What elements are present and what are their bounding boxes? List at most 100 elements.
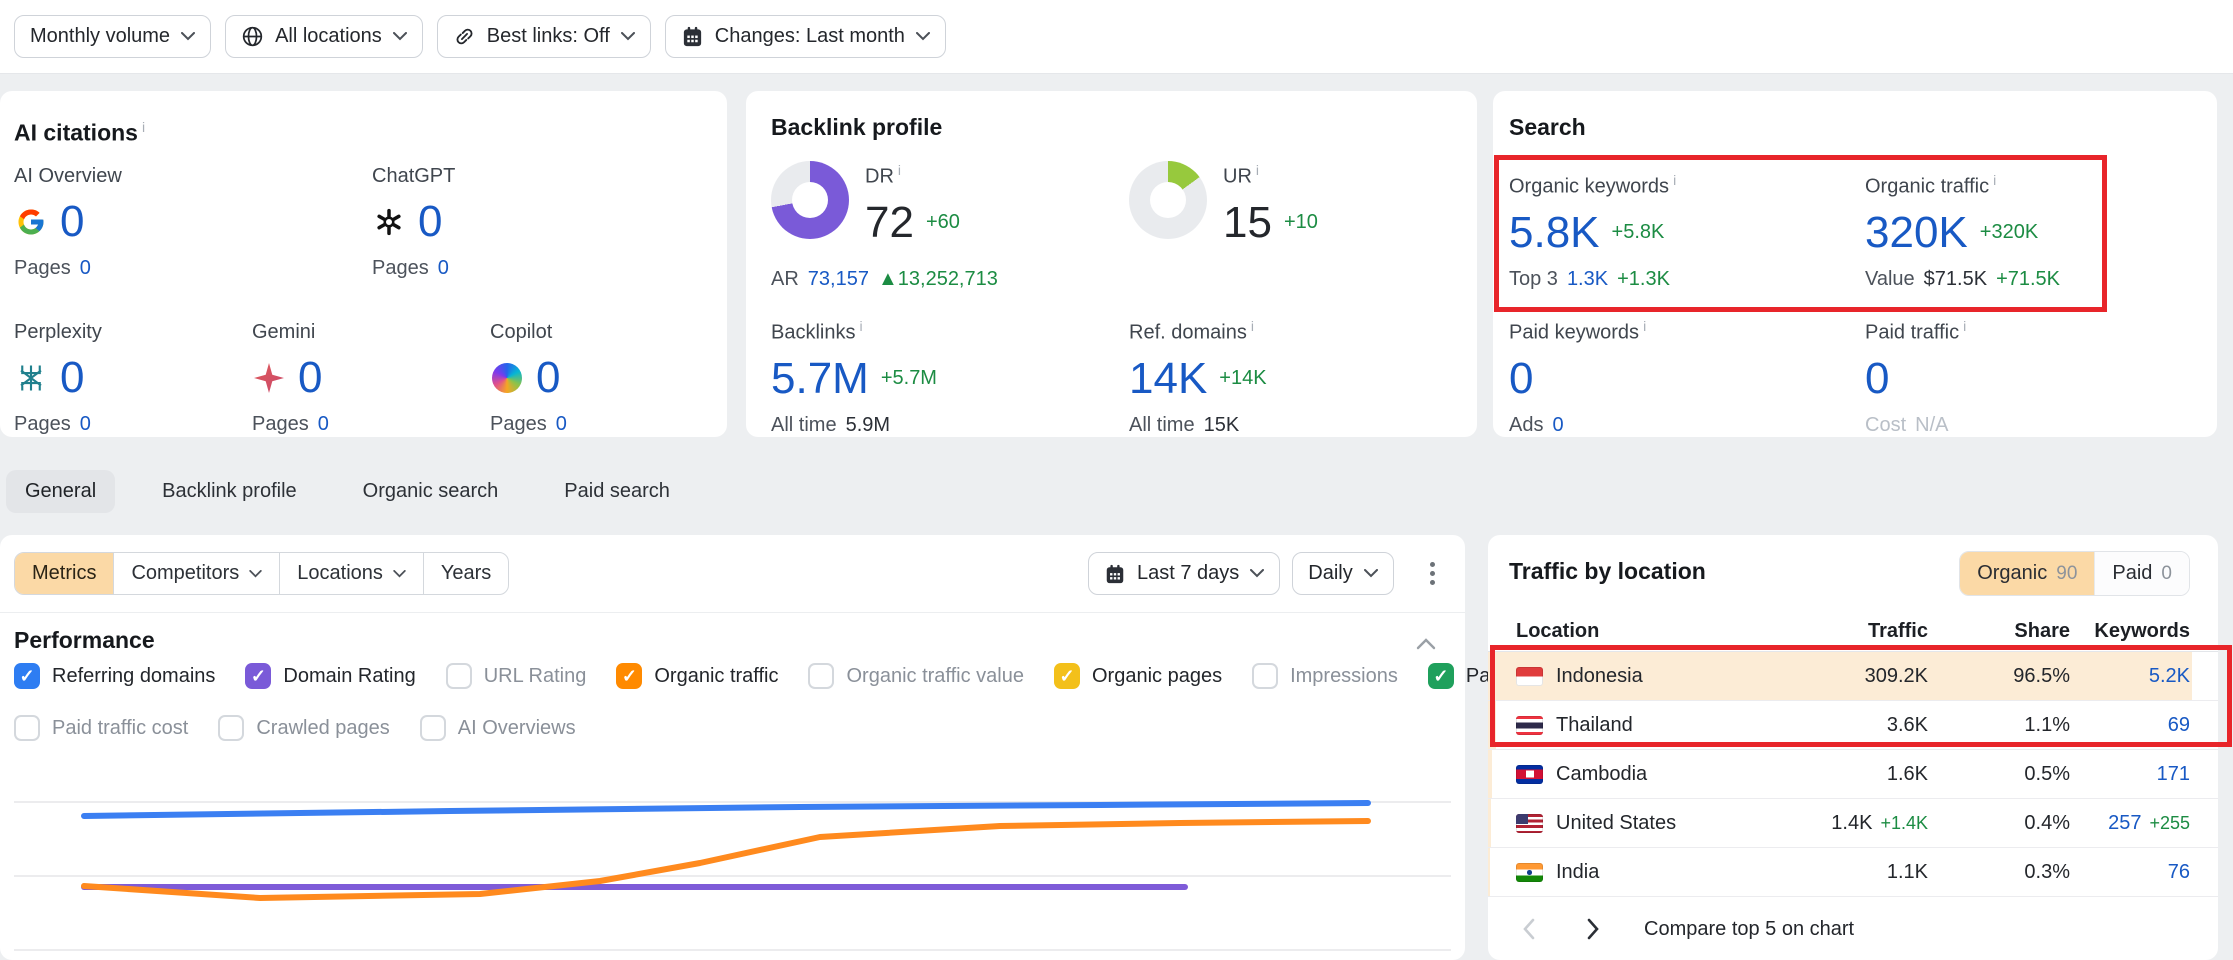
traffic-by-location-title: Traffic by location (1509, 557, 1706, 585)
date-range-button[interactable]: Last 7 days (1088, 552, 1280, 595)
keywords-count-link[interactable]: 76 (2168, 861, 2190, 884)
table-row[interactable]: Cambodia 1.6K 0.5% 171 (1488, 750, 2218, 799)
keywords-count-link[interactable]: 257 (2108, 812, 2141, 835)
metric-checkbox[interactable]: AI Overviews (420, 715, 576, 741)
prev-page-chevron-icon[interactable] (1506, 907, 1552, 951)
keywords-count-link[interactable]: 171 (2157, 763, 2190, 786)
toggle-paid[interactable]: Paid0 (2094, 552, 2189, 595)
table-row[interactable]: Thailand 3.6K 1.1% 69 (1488, 701, 2218, 750)
ur-label: URi (1223, 157, 1318, 190)
checkbox-label: AI Overviews (458, 717, 576, 740)
next-page-chevron-icon[interactable] (1570, 907, 1616, 951)
traffic-value: 3.6K (1887, 714, 1928, 737)
organic-traffic-value-link[interactable]: 320K (1865, 208, 1968, 258)
paid-cost-value: N/A (1915, 412, 1948, 438)
column-location: Location (1516, 620, 1778, 643)
segment-years[interactable]: Years (424, 553, 508, 594)
metric-checkbox[interactable]: Organic traffic value (808, 663, 1024, 689)
ref-domains-delta: +14K (1219, 367, 1266, 390)
info-icon[interactable]: i (1993, 172, 1996, 188)
collapse-section-chevron-up-icon[interactable] (1412, 633, 1440, 659)
ai-citations-count-link[interactable]: 0 (418, 197, 442, 247)
checkbox-icon (420, 715, 446, 741)
locations-filter-button[interactable]: All locations (225, 15, 423, 58)
ai-citations-count-link[interactable]: 0 (60, 197, 84, 247)
backlinks-value-link[interactable]: 5.7M (771, 354, 869, 404)
top3-value-link[interactable]: 1.3K (1567, 266, 1608, 292)
ai-citations-count-link[interactable]: 0 (298, 353, 322, 403)
info-icon[interactable]: i (1643, 318, 1646, 334)
pages-count-link[interactable]: 0 (556, 411, 567, 437)
info-icon[interactable]: i (859, 318, 862, 334)
table-row[interactable]: Indonesia 309.2K 96.5% 5.2K (1488, 652, 2218, 701)
granularity-button[interactable]: Daily (1292, 552, 1393, 595)
column-share: Share (1928, 620, 2070, 643)
ai-citation-item: Gemini 0 Pages 0 (252, 319, 487, 437)
tab-paid-search[interactable]: Paid search (545, 470, 689, 513)
organic-keywords-metric: Organic keywordsi 5.8K+5.8K Top 31.3K+1.… (1509, 167, 1854, 292)
metric-checkbox[interactable]: URL Rating (446, 663, 587, 689)
info-icon[interactable]: i (898, 162, 901, 178)
pages-count-link[interactable]: 0 (80, 255, 91, 281)
changes-filter-button[interactable]: Changes: Last month (665, 15, 946, 58)
traffic-delta: +1.4K (1880, 813, 1928, 834)
chevron-down-icon (393, 32, 407, 41)
metric-checkbox[interactable]: Paid traffic cost (14, 715, 188, 741)
perplexity-icon (14, 361, 48, 395)
table-row[interactable]: United States 1.4K+1.4K 0.4% 257+255 (1488, 799, 2218, 848)
chevron-down-icon (916, 32, 930, 41)
more-options-kebab-icon[interactable] (1420, 554, 1445, 593)
metric-checkbox[interactable]: Crawled pages (218, 715, 389, 741)
checkbox-label: Domain Rating (283, 665, 415, 688)
tab-organic-search[interactable]: Organic search (344, 470, 518, 513)
info-icon[interactable]: i (1256, 162, 1259, 178)
ai-citations-count-link[interactable]: 0 (536, 353, 560, 403)
share-value: 1.1% (1928, 714, 2070, 737)
organic-keywords-value-link[interactable]: 5.8K (1509, 208, 1600, 258)
chevron-down-icon (621, 32, 635, 41)
pages-count-link[interactable]: 0 (438, 255, 449, 281)
segment-metrics[interactable]: Metrics (15, 553, 114, 594)
tab-general[interactable]: General (6, 470, 115, 513)
ai-source-label: AI Overview (14, 163, 369, 189)
table-row[interactable]: India 1.1K 0.3% 76 (1488, 848, 2218, 897)
keywords-count-link[interactable]: 5.2K (2149, 665, 2190, 688)
ads-count-link[interactable]: 0 (1552, 412, 1563, 438)
monthly-volume-label: Monthly volume (30, 25, 170, 48)
organic-paid-toggle: Organic90 Paid0 (1959, 551, 2190, 596)
pages-count-link[interactable]: 0 (80, 411, 91, 437)
ai-citations-count-link[interactable]: 0 (60, 353, 84, 403)
dr-delta: +60 (926, 211, 960, 234)
info-icon[interactable]: i (142, 119, 145, 135)
toggle-organic[interactable]: Organic90 (1960, 552, 2094, 595)
info-icon[interactable]: i (1963, 318, 1966, 334)
location-name: Thailand (1556, 714, 1633, 737)
paid-traffic-value-link[interactable]: 0 (1865, 354, 1889, 404)
monthly-volume-filter-button[interactable]: Monthly volume (14, 15, 211, 58)
traffic-value-amount: $71.5K (1924, 266, 1987, 292)
ar-value-link[interactable]: 73,157 (808, 266, 869, 292)
compare-top5-link[interactable]: Compare top 5 on chart (1644, 918, 1854, 941)
best-links-filter-button[interactable]: Best links: Off (437, 15, 651, 58)
pages-count-link[interactable]: 0 (318, 411, 329, 437)
paid-keywords-metric: Paid keywordsi 0 Ads0 (1509, 313, 1854, 438)
metric-checkbox[interactable]: Organic traffic (616, 663, 778, 689)
keywords-count-link[interactable]: 69 (2168, 714, 2190, 737)
segment-competitors[interactable]: Competitors (114, 553, 280, 594)
metric-checkbox[interactable]: Impressions (1252, 663, 1398, 689)
backlink-profile-title: Backlink profile (771, 113, 942, 141)
metric-checkbox[interactable]: Domain Rating (245, 663, 415, 689)
metric-checkbox[interactable]: Referring domains (14, 663, 215, 689)
tab-backlink-profile[interactable]: Backlink profile (143, 470, 316, 513)
copilot-icon (492, 363, 522, 393)
info-icon[interactable]: i (1251, 318, 1254, 334)
metric-checkbox[interactable]: Organic pages (1054, 663, 1222, 689)
paid-keywords-value-link[interactable]: 0 (1509, 354, 1533, 404)
share-bar (1488, 701, 1496, 749)
location-name: Indonesia (1556, 665, 1643, 688)
segment-locations[interactable]: Locations (280, 553, 424, 594)
country-flag-icon (1516, 667, 1543, 686)
backlink-profile-card: Backlink profile DRi 72+60 URi 15+10 AR … (746, 91, 1477, 437)
info-icon[interactable]: i (1673, 172, 1676, 188)
ref-domains-value-link[interactable]: 14K (1129, 354, 1207, 404)
